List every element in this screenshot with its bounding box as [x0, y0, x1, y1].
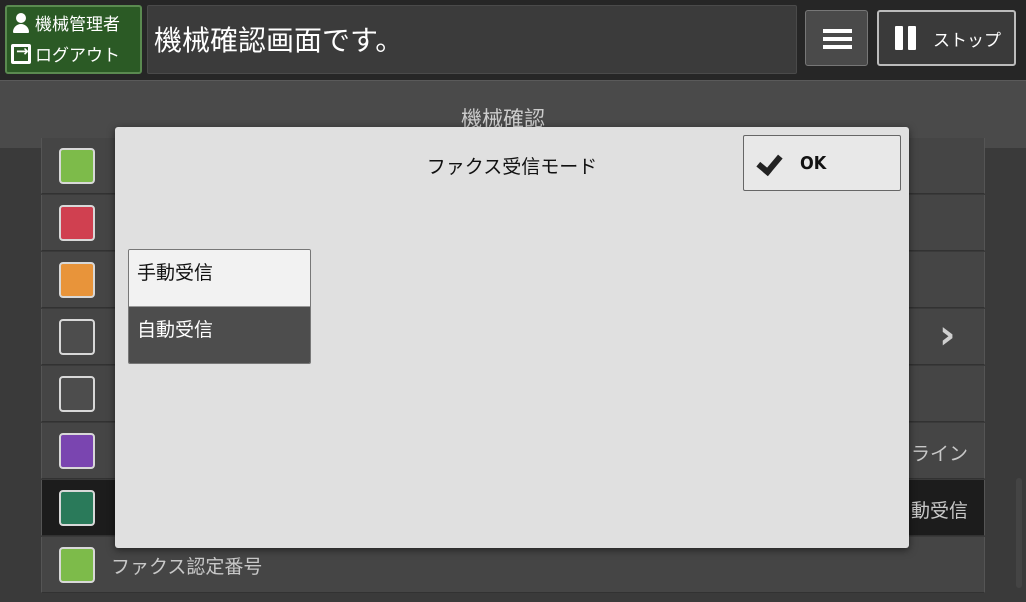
fax-receive-mode-dialog: ファクス受信モード OK 手動受信 自動受信	[115, 127, 909, 548]
consumables-icon	[59, 262, 95, 298]
list-item-label: ファクス認定番号	[111, 556, 263, 578]
check-icon	[758, 152, 784, 174]
message-area: 機械確認画面です。	[147, 5, 797, 74]
counter-icon	[59, 148, 95, 184]
fax-cert-icon	[59, 547, 95, 583]
stop-button[interactable]: ストップ	[877, 10, 1016, 66]
user-icon	[11, 11, 31, 35]
option-manual-receive[interactable]: 手動受信	[129, 250, 310, 307]
fax-icon	[59, 490, 95, 526]
pause-icon	[895, 26, 917, 50]
user-logout-button[interactable]: 機械管理者 ログアウト	[5, 5, 142, 74]
ok-label: OK	[800, 152, 827, 174]
tray-icon	[59, 319, 95, 355]
hamburger-icon	[823, 29, 852, 33]
receive-mode-options: 手動受信 自動受信	[128, 249, 311, 364]
menu-button[interactable]	[805, 10, 868, 66]
error-log-icon	[59, 205, 95, 241]
scrollbar[interactable]	[1016, 478, 1022, 588]
ok-button[interactable]: OK	[743, 135, 901, 191]
user-name: 機械管理者	[35, 15, 120, 35]
printer-icon	[59, 433, 95, 469]
list-item-value: 動受信	[910, 500, 968, 522]
option-auto-receive[interactable]: 自動受信	[129, 307, 310, 363]
stop-label: ストップ	[933, 30, 1001, 51]
logout-icon	[11, 42, 31, 64]
logout-label: ログアウト	[35, 46, 120, 66]
top-bar: 機械管理者 ログアウト 機械確認画面です。 ストップ	[0, 0, 1026, 80]
list-item-value: ライン	[910, 443, 968, 465]
report-list-icon	[59, 376, 95, 412]
chevron-right-icon[interactable]: ›	[939, 312, 955, 358]
